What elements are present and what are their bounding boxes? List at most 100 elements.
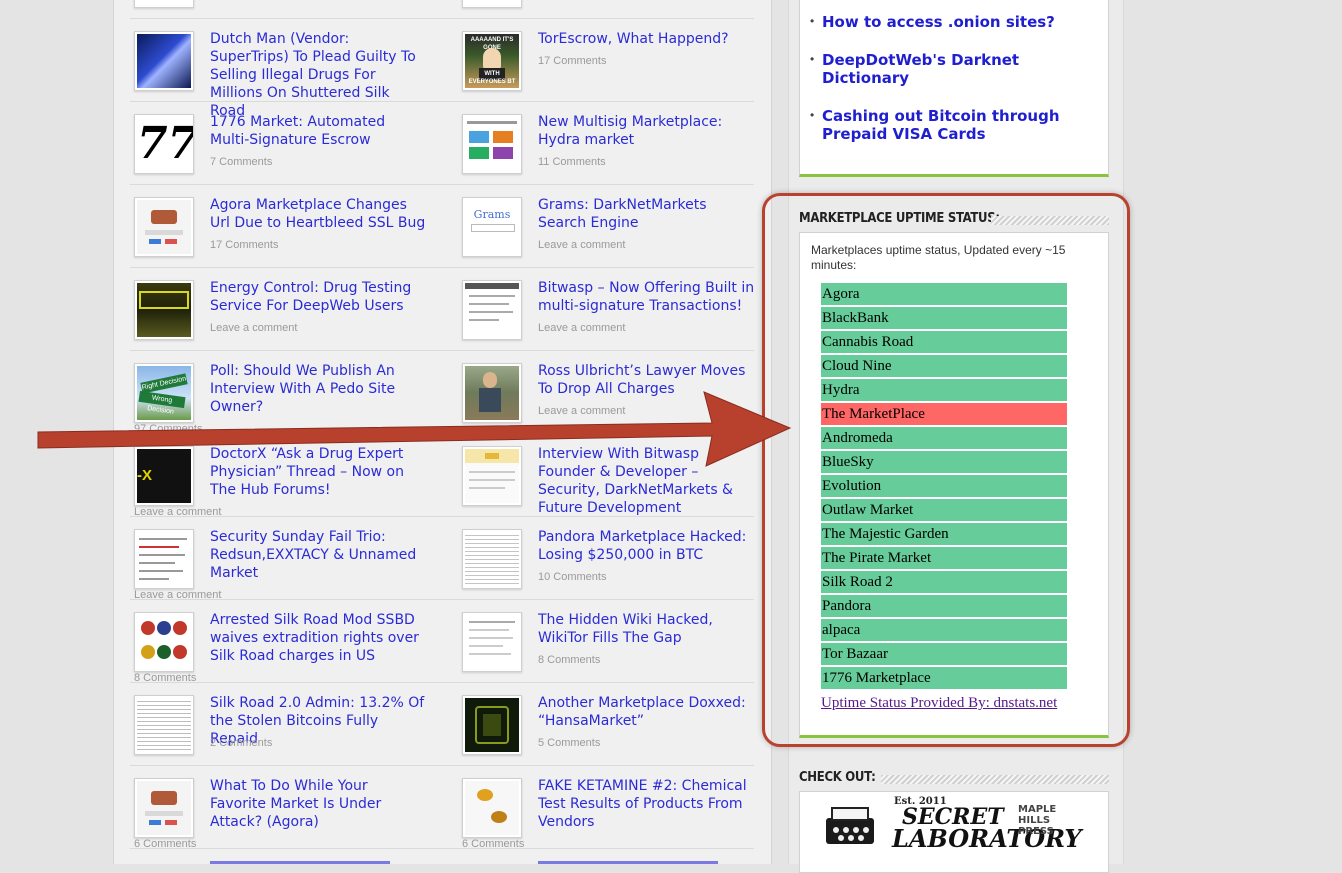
- cut-off-post-title: [538, 858, 738, 866]
- post-thumbnail[interactable]: AAAAAND IT'S GONE WITH EVERYONES BT: [462, 31, 522, 91]
- banner-press: MAPLE HILLS PRESS: [1018, 804, 1057, 837]
- cut-off-post-title: [210, 858, 410, 866]
- doctorx-thumb-text: -X: [137, 449, 191, 503]
- guide-link[interactable]: How to access .onion sites?: [822, 13, 1098, 31]
- guides-widget: How to access .onion sites? DeepDotWeb's…: [799, 0, 1109, 177]
- post-item: New Multisig Marketplace: Hydra market 1…: [462, 114, 762, 196]
- post-title-link[interactable]: Energy Control: Drug Testing Service For…: [210, 279, 428, 315]
- thumb-77-text: 77: [137, 117, 194, 171]
- post-comments[interactable]: 97 Comments: [134, 423, 202, 435]
- guide-list-item: Cashing out Bitcoin through Prepaid VISA…: [810, 107, 1098, 143]
- post-title-link[interactable]: Poll: Should We Publish An Interview Wit…: [210, 362, 428, 416]
- guide-link[interactable]: Cashing out Bitcoin through Prepaid VISA…: [822, 107, 1098, 143]
- post-comments[interactable]: 8 Comments: [134, 672, 196, 684]
- post-title-link[interactable]: Grams: DarkNetMarkets Search Engine: [538, 196, 756, 232]
- post-title-link[interactable]: Dutch Man (Vendor: SuperTrips) To Plead …: [210, 30, 428, 120]
- post-thumbnail[interactable]: [462, 114, 522, 174]
- post-thumbnail[interactable]: [462, 695, 522, 755]
- post-comments[interactable]: 8 Comments: [538, 654, 600, 666]
- post-item: Another Marketplace Doxxed: “HansaMarket…: [462, 695, 762, 777]
- post-item: -X DoctorX “Ask a Drug Expert Physician”…: [134, 446, 434, 528]
- post-thumbnail[interactable]: [134, 529, 194, 589]
- post-title-link[interactable]: TorEscrow, What Happend?: [538, 30, 756, 48]
- post-comments[interactable]: Leave a comment: [210, 322, 297, 334]
- post-item: Right Decision Wrong Decision Poll: Shou…: [134, 363, 434, 445]
- post-thumbnail[interactable]: -X: [134, 446, 194, 506]
- row-divider: [130, 18, 754, 19]
- post-item: Arrested Silk Road Mod SSBD waives extra…: [134, 612, 434, 694]
- post-thumbnail[interactable]: [134, 280, 194, 340]
- post-thumbnail[interactable]: [134, 778, 194, 838]
- post-comments[interactable]: 5 Comments: [538, 737, 600, 749]
- post-item: Agora Marketplace Changes Url Due to Hea…: [134, 197, 434, 279]
- checkout-widget-title: Check Out:: [799, 770, 876, 785]
- post-comments[interactable]: 11 Comments: [538, 156, 606, 168]
- post-thumbnail[interactable]: [462, 612, 522, 672]
- post-item: Silk Road 2.0 Admin: 13.2% Of the Stolen…: [134, 695, 434, 777]
- highlight-circle: [762, 193, 1130, 747]
- post-comments[interactable]: Leave a comment: [538, 405, 625, 417]
- post-item: AAAAAND IT'S GONE WITH EVERYONES BT TorE…: [462, 31, 762, 113]
- post-title-link[interactable]: Pandora Marketplace Hacked: Losing $250,…: [538, 528, 756, 564]
- guide-link[interactable]: DeepDotWeb's Darknet Dictionary: [822, 51, 1098, 87]
- post-thumbnail[interactable]: 77: [134, 114, 194, 174]
- post-title-link[interactable]: The Hidden Wiki Hacked, WikiTor Fills Th…: [538, 611, 756, 647]
- post-item: Ross Ulbricht’s Lawyer Moves To Drop All…: [462, 363, 762, 445]
- post-title-link[interactable]: Bitwasp – Now Offering Built in multi-si…: [538, 279, 756, 315]
- post-item: Bitwasp – Now Offering Built in multi-si…: [462, 280, 762, 362]
- post-thumbnail[interactable]: [134, 0, 194, 8]
- post-title-link[interactable]: DoctorX “Ask a Drug Expert Physician” Th…: [210, 445, 428, 499]
- post-comments[interactable]: 6 Comments: [134, 838, 196, 850]
- post-item: Security Sunday Fail Trio: Redsun,EXXTAC…: [134, 529, 434, 611]
- right-decision-sign: Right Decision: [140, 373, 188, 394]
- post-title-link[interactable]: Arrested Silk Road Mod SSBD waives extra…: [210, 611, 428, 665]
- post-thumbnail[interactable]: [134, 31, 194, 91]
- post-thumbnail[interactable]: [134, 612, 194, 672]
- guide-list-item: DeepDotWeb's Darknet Dictionary: [810, 51, 1098, 87]
- post-title-link[interactable]: 1776 Market: Automated Multi-Signature E…: [210, 113, 428, 149]
- post-comments[interactable]: 6 Comments: [462, 838, 524, 850]
- post-title-link[interactable]: FAKE KETAMINE #2: Chemical Test Results …: [538, 777, 756, 831]
- post-thumbnail[interactable]: [462, 280, 522, 340]
- post-thumbnail[interactable]: [462, 778, 522, 838]
- post-title-link[interactable]: What To Do While Your Favorite Market Is…: [210, 777, 428, 831]
- post-thumbnail[interactable]: [462, 446, 522, 506]
- post-comments[interactable]: Leave a comment: [538, 239, 625, 251]
- secret-laboratory-banner[interactable]: Est. 2011 SECRET LABORATORY MAPLE HILLS …: [822, 796, 1084, 852]
- post-thumbnail[interactable]: Right Decision Wrong Decision: [134, 363, 194, 423]
- post-thumbnail[interactable]: Grams: [462, 197, 522, 257]
- post-item: What To Do While Your Favorite Market Is…: [134, 778, 434, 860]
- post-title-link[interactable]: Ross Ulbricht’s Lawyer Moves To Drop All…: [538, 362, 756, 398]
- post-item: FAKE KETAMINE #2: Chemical Test Results …: [462, 778, 762, 860]
- post-comments[interactable]: 2 Comments: [210, 737, 272, 749]
- post-title-link[interactable]: Agora Marketplace Changes Url Due to Hea…: [210, 196, 428, 232]
- post-comments[interactable]: 10 Comments: [538, 571, 606, 583]
- post-comments[interactable]: Leave a comment: [134, 589, 221, 601]
- post-item: The Hidden Wiki Hacked, WikiTor Fills Th…: [462, 612, 762, 694]
- post-comments[interactable]: Leave a comment: [134, 506, 221, 518]
- checkout-widget: Est. 2011 SECRET LABORATORY MAPLE HILLS …: [799, 791, 1109, 873]
- post-comments[interactable]: 7 Comments: [210, 156, 272, 168]
- post-comments[interactable]: 17 Comments: [538, 55, 606, 67]
- wrong-decision-sign: Wrong Decision: [138, 390, 186, 416]
- post-thumbnail[interactable]: [134, 695, 194, 755]
- post-thumbnail[interactable]: [462, 0, 522, 8]
- post-grid: Dutch Man (Vendor: SuperTrips) To Plead …: [113, 0, 772, 864]
- post-title-link[interactable]: Security Sunday Fail Trio: Redsun,EXXTAC…: [210, 528, 428, 582]
- post-thumbnail[interactable]: [462, 363, 522, 423]
- post-item: Energy Control: Drug Testing Service For…: [134, 280, 434, 362]
- post-title-link[interactable]: Interview With Bitwasp Founder & Develop…: [538, 445, 756, 517]
- post-title-link[interactable]: New Multisig Marketplace: Hydra market: [538, 113, 756, 149]
- post-title-link[interactable]: Another Marketplace Doxxed: “HansaMarket…: [538, 694, 756, 730]
- guide-list-item: How to access .onion sites?: [810, 13, 1098, 31]
- post-comments[interactable]: 17 Comments: [210, 239, 278, 251]
- post-thumbnail[interactable]: [134, 197, 194, 257]
- tor-escrow-thumb-bottom: WITH EVERYONES BT: [468, 71, 516, 85]
- post-item: Interview With Bitwasp Founder & Develop…: [462, 446, 762, 528]
- post-item: Pandora Marketplace Hacked: Losing $250,…: [462, 529, 762, 611]
- post-item: 77 1776 Market: Automated Multi-Signatur…: [134, 114, 434, 196]
- typewriter-icon: [826, 807, 874, 844]
- post-comments[interactable]: Leave a comment: [538, 322, 625, 334]
- post-thumbnail[interactable]: [462, 529, 522, 589]
- guides-link-list: How to access .onion sites? DeepDotWeb's…: [800, 0, 1108, 143]
